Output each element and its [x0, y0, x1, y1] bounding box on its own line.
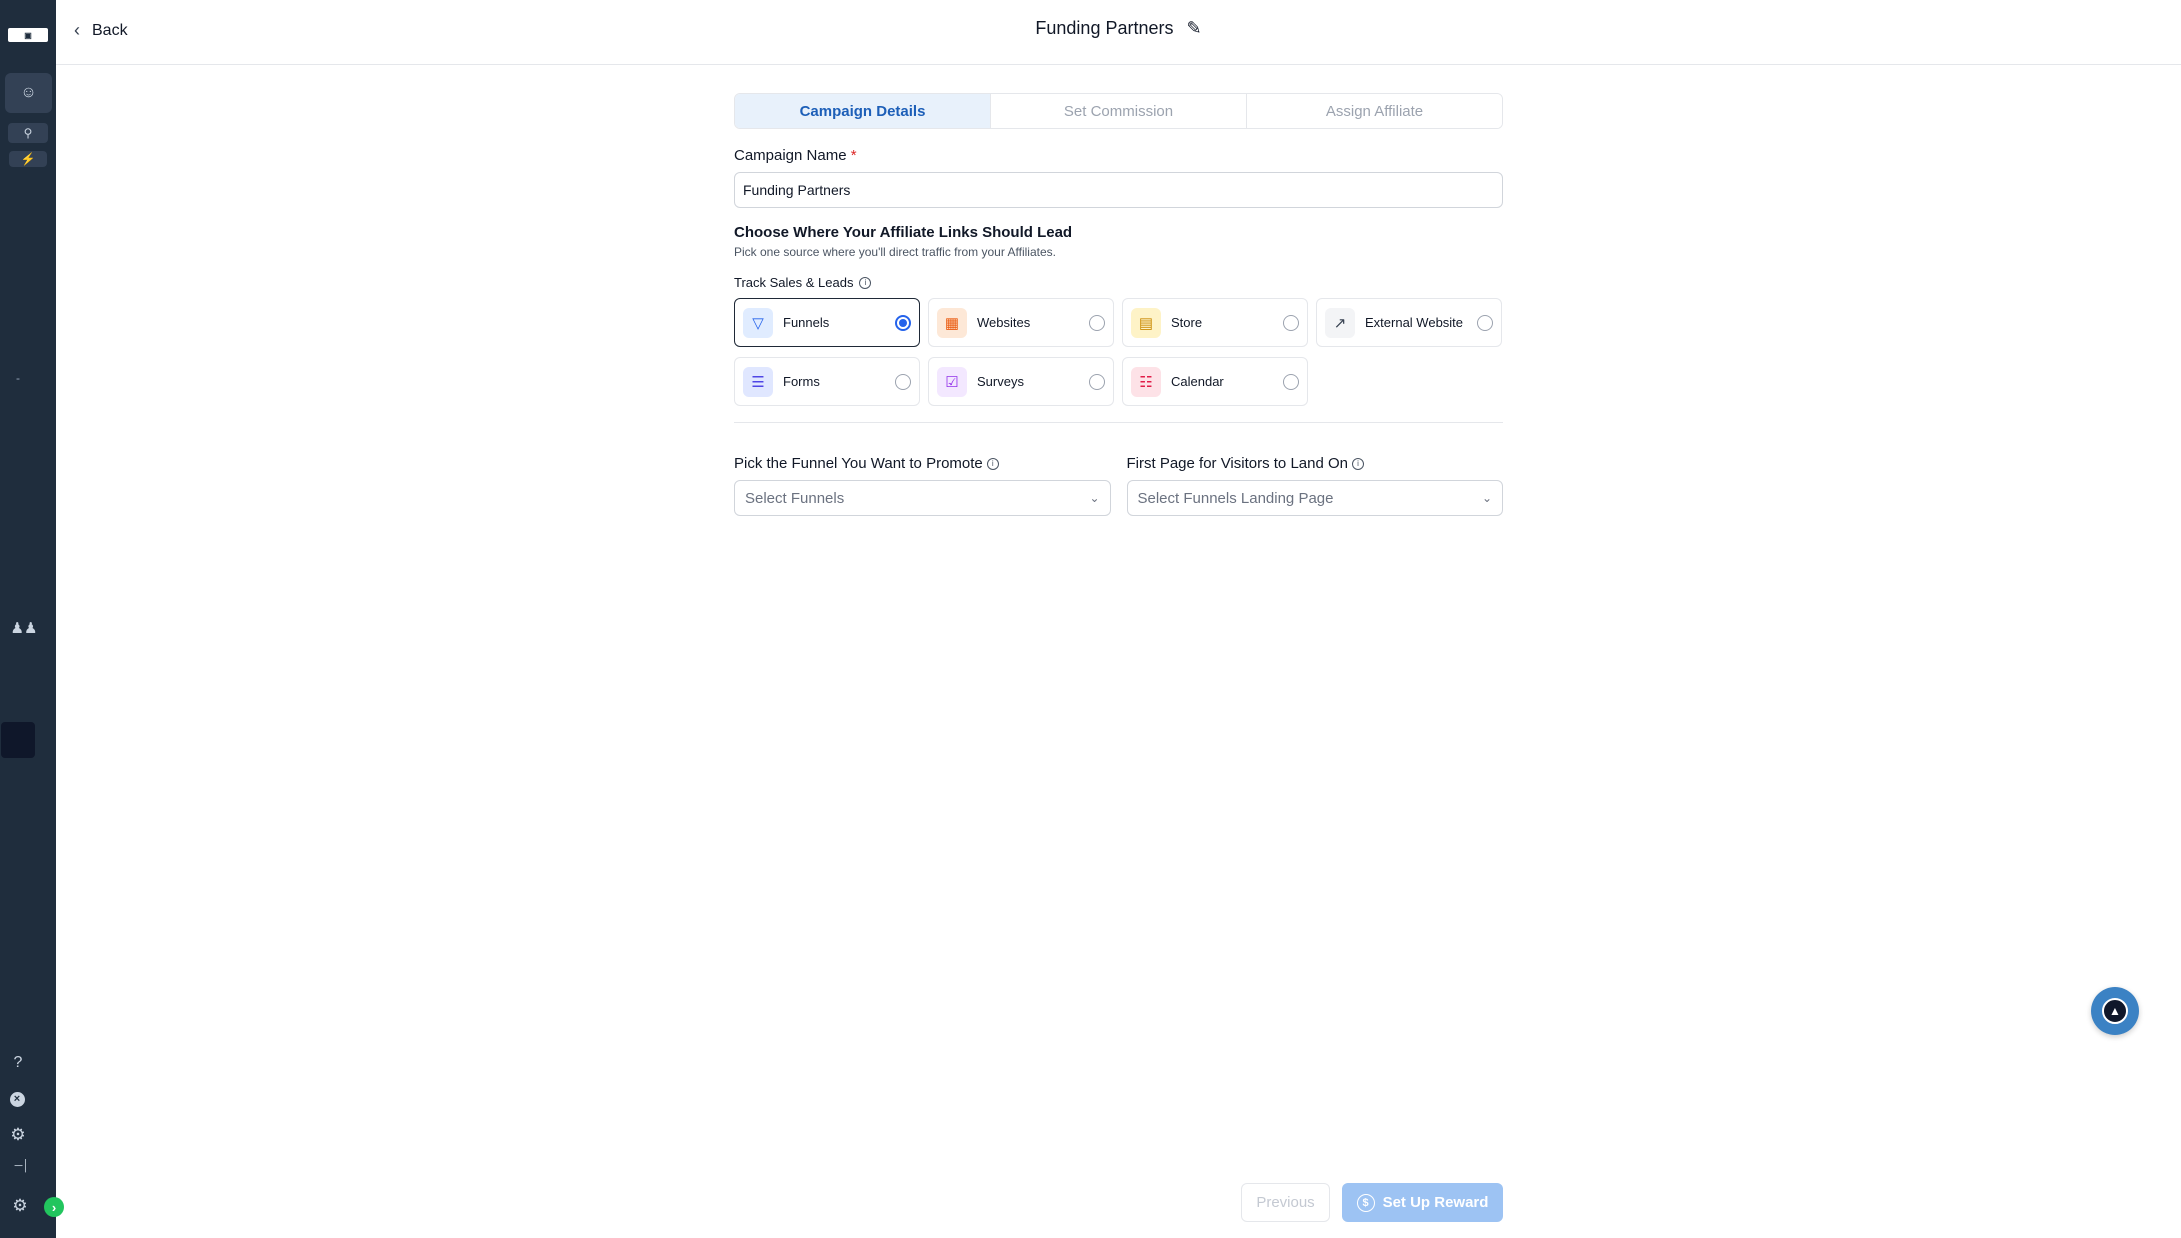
option-label: External Website — [1365, 315, 1464, 330]
option-label: Websites — [977, 315, 1031, 330]
users-icon: ♟♟ — [10, 620, 38, 637]
sidebar-item-dark-block[interactable] — [1, 722, 35, 758]
radio-store[interactable] — [1283, 314, 1299, 331]
info-icon[interactable]: i — [1352, 457, 1364, 470]
info-icon[interactable]: i — [859, 276, 872, 289]
option-label: Store — [1171, 315, 1203, 330]
external-link-icon: ↗ — [1325, 307, 1355, 338]
chat-widget-button[interactable]: ▲ — [2091, 987, 2139, 1035]
tab-campaign-details[interactable]: Campaign Details — [735, 94, 991, 128]
sidebar-close-button[interactable]: × — [8, 1090, 26, 1108]
required-asterisk: * — [850, 147, 857, 164]
edit-pencil-icon[interactable]: ✎ — [1187, 18, 1202, 39]
funnel-select-group: Pick the Funnel You Want to Promote i Se… — [734, 455, 1111, 516]
option-store[interactable]: ▤ Store — [1122, 298, 1308, 347]
landing-page-select[interactable]: Select Funnels Landing Page ⌄ — [1126, 480, 1503, 516]
form-icon: ☰ — [743, 366, 773, 397]
app-logo[interactable]: ▣ — [8, 28, 48, 42]
tab-set-commission[interactable]: Set Commission — [991, 94, 1247, 128]
dollar-coin-icon: $ — [1356, 1193, 1375, 1212]
sidebar-search-button[interactable]: ⚲ — [8, 123, 48, 143]
survey-icon: ☑ — [937, 366, 967, 397]
option-websites[interactable]: ▦ Websites — [928, 298, 1114, 347]
funnel-select[interactable]: Select Funnels ⌄ — [734, 480, 1111, 516]
sidebar-quick-actions-button[interactable]: ⚡ — [9, 151, 47, 167]
radio-external-website[interactable] — [1477, 314, 1493, 331]
search-icon: ⚲ — [23, 126, 33, 140]
chat-widget-icon: ▲ — [2102, 998, 2128, 1024]
option-label: Calendar — [1171, 374, 1224, 389]
option-funnels[interactable]: ▽ Funnels — [734, 298, 920, 347]
section-divider — [734, 422, 1503, 423]
chevron-right-icon: › — [51, 1199, 57, 1215]
radio-surveys[interactable] — [1089, 373, 1105, 390]
landing-select-label: First Page for Visitors to Land On i — [1127, 455, 1504, 472]
funnel-icon: ▽ — [743, 307, 773, 338]
sidebar-expand-button[interactable]: › — [44, 1197, 64, 1217]
option-label: Funnels — [783, 315, 830, 330]
landing-select-placeholder: Select Funnels Landing Page — [1137, 489, 1334, 507]
track-sales-label: Track Sales & Leads i — [734, 275, 1503, 290]
sidebar-filters-button[interactable]: ─│ — [12, 1158, 32, 1174]
sidebar-collapsed-item[interactable]: - — [14, 370, 22, 386]
campaign-form: Campaign Details Set Commission Assign A… — [734, 93, 1503, 516]
campaign-name-label: Campaign Name * — [734, 147, 1503, 164]
option-calendar[interactable]: ☷ Calendar — [1122, 357, 1308, 406]
tab-assign-affiliate[interactable]: Assign Affiliate — [1247, 94, 1502, 128]
track-sales-label-text: Track Sales & Leads — [734, 275, 854, 290]
sidebar-preferences-button[interactable]: ⚙ — [10, 1196, 30, 1216]
set-up-reward-button[interactable]: $ Set Up Reward — [1342, 1183, 1503, 1222]
question-icon: ? — [13, 1054, 23, 1071]
page-title-wrap: Funding Partners ✎ — [56, 18, 2181, 39]
previous-button[interactable]: Previous — [1241, 1183, 1330, 1222]
sidebar-item-account[interactable]: ☺ — [5, 73, 52, 113]
sidebar-settings-button[interactable]: ⚙ — [8, 1125, 28, 1145]
calendar-icon: ☷ — [1131, 366, 1161, 397]
campaign-name-input[interactable] — [734, 172, 1503, 208]
option-forms[interactable]: ☰ Forms — [734, 357, 920, 406]
info-icon[interactable]: i — [986, 457, 999, 470]
set-up-reward-label: Set Up Reward — [1382, 1194, 1489, 1211]
sliders-icon: ─│ — [14, 1160, 30, 1172]
website-icon: ▦ — [937, 307, 967, 338]
gear-icon: ⚙ — [10, 1125, 26, 1144]
close-circle-icon: × — [9, 1091, 25, 1107]
radio-calendar[interactable] — [1283, 373, 1299, 390]
option-external-website[interactable]: ↗ External Website — [1316, 298, 1502, 347]
radio-websites[interactable] — [1089, 314, 1105, 331]
campaign-name-label-text: Campaign Name — [734, 147, 847, 164]
lightning-icon: ⚡ — [20, 152, 36, 166]
radio-funnels[interactable] — [895, 314, 911, 331]
step-tabs: Campaign Details Set Commission Assign A… — [734, 93, 1503, 129]
sidebar-item-contacts[interactable]: ♟♟ — [10, 618, 38, 638]
destination-subtitle: Pick one source where you'll direct traf… — [734, 245, 1056, 259]
chevron-down-icon: ⌄ — [1481, 491, 1492, 505]
funnel-select-placeholder: Select Funnels — [745, 489, 845, 507]
destination-title: Choose Where Your Affiliate Links Should… — [734, 224, 1073, 241]
store-icon: ▤ — [1131, 307, 1161, 338]
cog-icon: ⚙ — [12, 1196, 28, 1215]
landing-select-group: First Page for Visitors to Land On i Sel… — [1126, 455, 1504, 516]
top-header: ‹ Back Funding Partners ✎ — [56, 0, 2181, 65]
funnel-select-label: Pick the Funnel You Want to Promote i — [734, 455, 1111, 472]
funnel-select-label-text: Pick the Funnel You Want to Promote — [734, 455, 983, 472]
chevron-down-icon: ⌄ — [1089, 491, 1100, 505]
help-button[interactable]: ? — [8, 1053, 28, 1073]
source-options-grid: ▽ Funnels ▦ Websites ▤ Store ↗ External … — [734, 298, 1503, 406]
funnel-selects: Pick the Funnel You Want to Promote i Se… — [734, 455, 1503, 516]
radio-forms[interactable] — [895, 373, 911, 390]
option-surveys[interactable]: ☑ Surveys — [928, 357, 1114, 406]
landing-select-label-text: First Page for Visitors to Land On — [1126, 455, 1349, 472]
option-label: Forms — [783, 374, 820, 389]
left-sidebar: ▣ ☺ ⚲ ⚡ - ♟♟ ? × ⚙ ─│ ⚙ › — [0, 0, 64, 1238]
user-circle-icon: ☺ — [20, 84, 37, 101]
option-label: Surveys — [977, 374, 1024, 389]
page-title: Funding Partners — [1035, 18, 1174, 38]
